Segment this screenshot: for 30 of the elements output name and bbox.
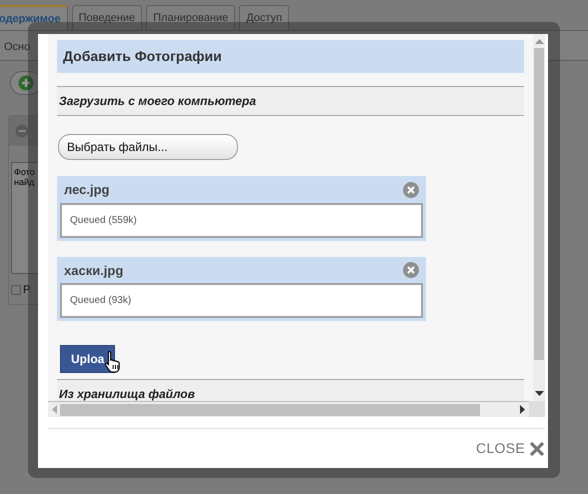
file-status: Queued (559k) — [60, 202, 423, 238]
note-text: найд — [14, 177, 36, 187]
remove-icon[interactable] — [403, 182, 419, 198]
remove-icon[interactable] — [403, 262, 419, 278]
close-icon — [529, 440, 545, 456]
plus-icon — [18, 75, 34, 91]
scroll-right-icon[interactable] — [520, 405, 525, 414]
checkbox-label: Р — [23, 283, 30, 298]
minus-icon — [15, 124, 29, 138]
tab[interactable]: Доступ — [239, 5, 290, 30]
scroll-down-icon[interactable] — [534, 391, 544, 396]
section-heading[interactable]: Загрузить с моего компьютера — [57, 86, 524, 116]
scroll-thumb[interactable] — [534, 48, 544, 360]
tab[interactable]: Планирование — [146, 5, 236, 30]
dialog-title: Добавить Фотографии — [57, 40, 524, 73]
choose-files-button[interactable]: Выбрать файлы... — [58, 134, 238, 160]
scroll-up-icon[interactable] — [534, 39, 544, 44]
scroll-thumb[interactable] — [60, 404, 480, 416]
tab[interactable]: Поведение — [72, 5, 142, 30]
vertical-scrollbar[interactable] — [533, 34, 545, 401]
close-button[interactable]: CLOSE — [476, 438, 545, 459]
horizontal-scrollbar[interactable] — [48, 401, 529, 417]
checkbox[interactable] — [11, 285, 21, 296]
note-text: Фото — [14, 167, 36, 177]
scroll-left-icon[interactable] — [52, 405, 57, 414]
file-name: хаски.jpg — [64, 262, 124, 280]
scrollbar-corner — [529, 401, 545, 417]
file-status: Queued (93k) — [60, 283, 423, 318]
file-name: лес.jpg — [64, 181, 110, 199]
section-heading[interactable]: Из хранилища файлов — [57, 379, 524, 401]
